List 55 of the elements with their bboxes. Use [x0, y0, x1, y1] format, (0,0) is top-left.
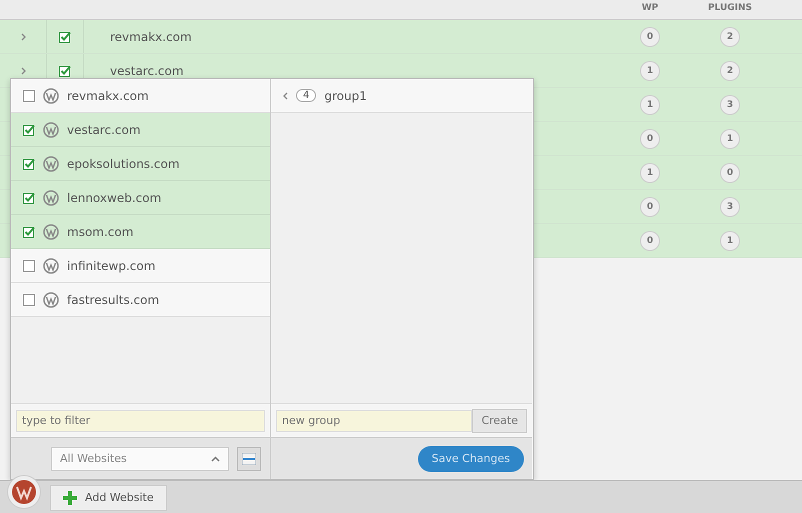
count-badge: 0: [641, 198, 659, 216]
list-toggle-icon[interactable]: [237, 446, 261, 470]
count-badge: 0: [641, 232, 659, 250]
add-website-button[interactable]: Add Website: [50, 484, 167, 510]
wordpress-icon: [43, 122, 59, 138]
wordpress-icon: [43, 190, 59, 206]
site-list-item[interactable]: lennoxweb.com: [11, 181, 270, 215]
count-badge: 2: [721, 62, 739, 80]
site-list-item[interactable]: fastresults.com: [11, 283, 270, 317]
site-name: vestarc.com: [110, 64, 184, 78]
count-badge: 0: [721, 164, 739, 182]
count-badge: 3: [721, 198, 739, 216]
checkbox-checked-icon[interactable]: [23, 192, 35, 204]
caret-icon: [211, 456, 220, 462]
checkbox-checked-icon[interactable]: [23, 124, 35, 136]
wordpress-icon: [43, 88, 59, 104]
checkbox[interactable]: [23, 260, 35, 272]
site-name: revmakx.com: [110, 30, 192, 44]
column-header: WP: [640, 4, 660, 13]
checkbox-checked-icon[interactable]: [59, 64, 71, 76]
collapse-icon[interactable]: [283, 92, 288, 100]
logo-icon[interactable]: [8, 476, 40, 508]
count-badge: 1: [641, 96, 659, 114]
wordpress-icon: [43, 156, 59, 172]
expand-icon[interactable]: [20, 66, 26, 74]
count-badge: 1: [641, 62, 659, 80]
create-button[interactable]: Create: [472, 408, 527, 432]
column-header: PLUGINS: [706, 4, 754, 13]
count-badge: 0: [641, 130, 659, 148]
checkbox[interactable]: [23, 90, 35, 102]
wordpress-icon: [43, 258, 59, 274]
expand-icon[interactable]: [20, 32, 26, 40]
site-list-item[interactable]: epoksolutions.com: [11, 147, 270, 181]
filter-field[interactable]: type to filter: [16, 410, 265, 432]
checkbox-checked-icon[interactable]: [59, 30, 71, 42]
plus-icon: [63, 490, 77, 504]
checkbox-checked-icon[interactable]: [23, 226, 35, 238]
group-item[interactable]: 4 group1: [271, 79, 532, 113]
count-badge: 1: [721, 130, 739, 148]
checkbox-checked-icon[interactable]: [23, 158, 35, 170]
site-list-item[interactable]: msom.com: [11, 215, 270, 249]
wordpress-icon: [43, 292, 59, 308]
site-list-item[interactable]: revmakx.com: [11, 79, 270, 113]
table-row[interactable]: revmakx.com 0 2: [0, 20, 802, 54]
count-badge: 3: [721, 96, 739, 114]
site-list-item[interactable]: vestarc.com: [11, 113, 270, 147]
count-badge: 0: [641, 28, 659, 46]
scope-dropdown[interactable]: All Websites: [51, 446, 229, 470]
site-list-item[interactable]: infinitewp.com: [11, 249, 270, 283]
new-group-field[interactable]: new group: [276, 410, 472, 432]
count-badge: 1: [721, 232, 739, 250]
wordpress-icon: [43, 224, 59, 240]
checkbox[interactable]: [23, 294, 35, 306]
count-badge: 1: [641, 164, 659, 182]
count-badge: 2: [721, 28, 739, 46]
